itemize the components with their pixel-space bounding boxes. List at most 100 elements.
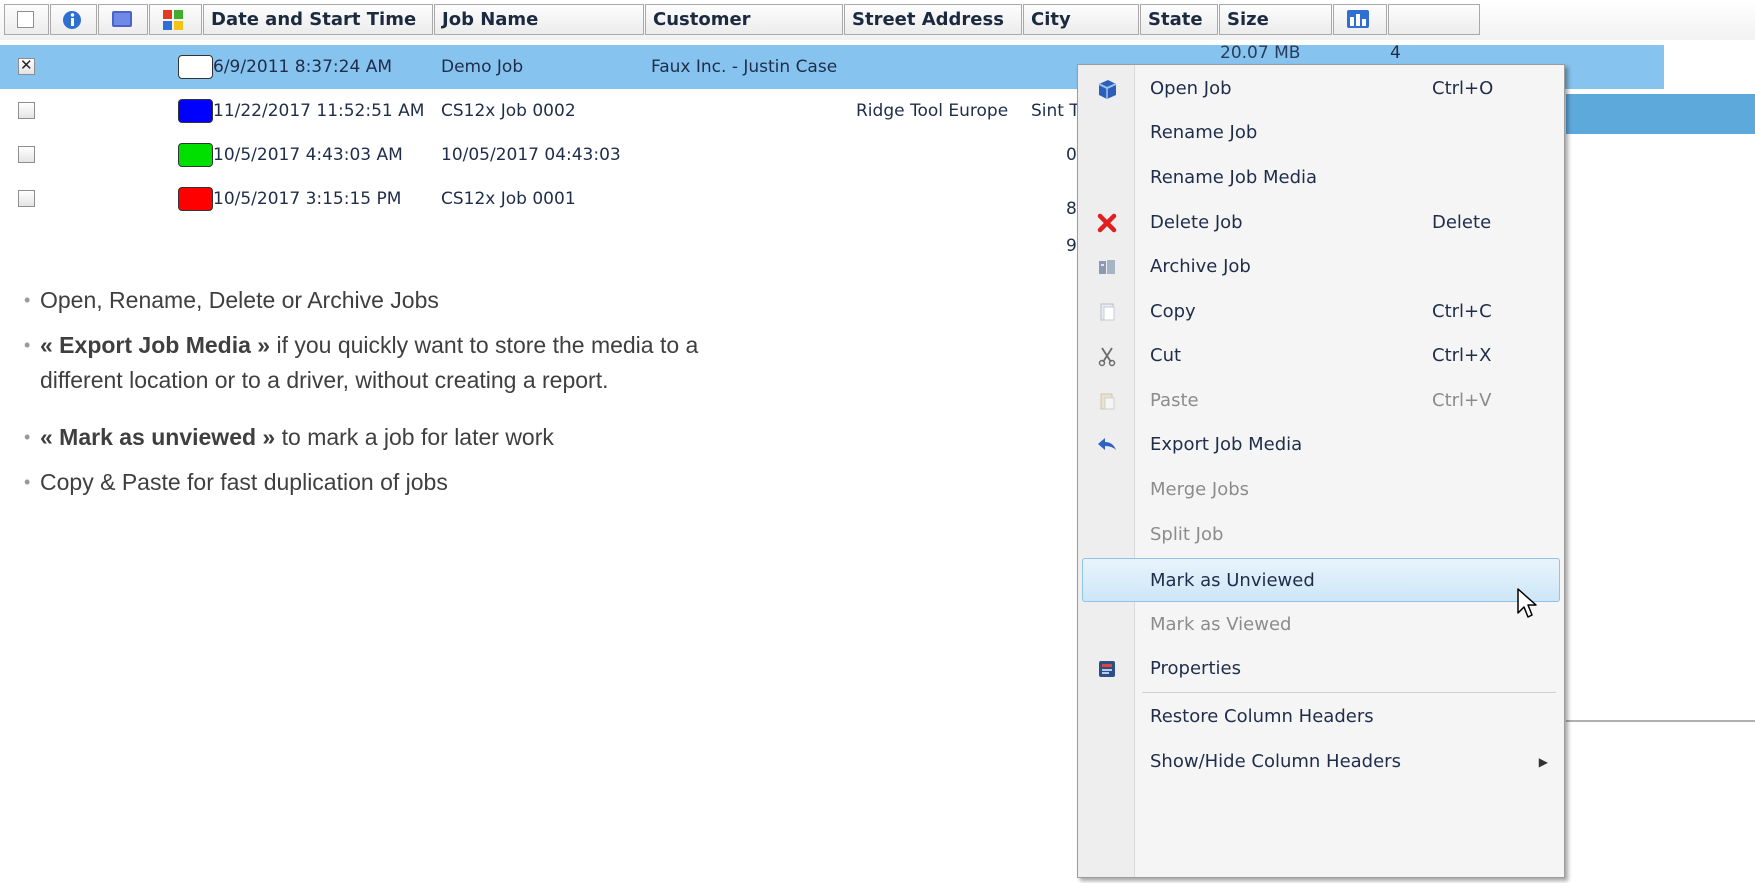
menu-item-label: Archive Job: [1150, 256, 1251, 277]
row-job-name: Demo Job: [441, 57, 524, 77]
column-chooser-icon: [1347, 10, 1369, 28]
menu-item-merge-jobs[interactable]: Merge Jobs: [1082, 468, 1560, 512]
row-color-swatch[interactable]: [178, 143, 213, 167]
menu-item-shortcut: Delete: [1432, 212, 1492, 233]
bullet-bold-text: « Mark as unviewed »: [40, 424, 276, 450]
bullet-item: • « Mark as unviewed » to mark a job for…: [24, 420, 554, 455]
header-media-column[interactable]: [98, 4, 148, 35]
header-column-chooser[interactable]: [1333, 4, 1387, 35]
menu-item-mark-as-viewed[interactable]: Mark as Viewed: [1082, 603, 1560, 647]
header-job-name[interactable]: Job Name: [434, 4, 644, 35]
menu-item-label: Properties: [1150, 658, 1241, 679]
row-customer: Faux Inc. - Justin Case: [651, 57, 838, 77]
row-checkbox[interactable]: [18, 146, 35, 163]
menu-item-archive-job[interactable]: Archive Job: [1082, 245, 1560, 289]
bullet-item: • « Export Job Media » if you quickly wa…: [24, 328, 699, 398]
header-info-column[interactable]: [50, 4, 97, 35]
checkbox-icon: [17, 11, 34, 28]
delete-x-icon: [1097, 213, 1117, 233]
bullet-text: if you quickly want to store the media t…: [270, 332, 699, 358]
menu-item-shortcut: Ctrl+C: [1432, 301, 1492, 322]
menu-item-label: Cut: [1150, 345, 1182, 366]
menu-item-rename-job[interactable]: Rename Job: [1082, 111, 1560, 155]
copy-icon: [1100, 303, 1115, 321]
menu-item-label: Show/Hide Column Headers: [1150, 751, 1401, 772]
row-color-swatch[interactable]: [178, 55, 213, 79]
menu-item-label: Mark as Unviewed: [1150, 570, 1315, 591]
menu-item-label: Restore Column Headers: [1150, 706, 1374, 727]
menu-item-label: Rename Job Media: [1150, 167, 1318, 188]
menu-item-show-hide-column-headers[interactable]: Show/Hide Column Headers ▶: [1082, 740, 1560, 784]
row-date: 11/22/2017 11:52:51 AM: [213, 101, 425, 121]
paste-icon: [1100, 393, 1115, 410]
menu-item-label: Merge Jobs: [1150, 479, 1250, 500]
background-divider: [1566, 720, 1755, 722]
menu-item-paste[interactable]: Paste Ctrl+V: [1082, 379, 1560, 423]
row-city: Sint T: [1031, 101, 1080, 121]
submenu-arrow-icon: ▶: [1538, 755, 1548, 769]
menu-item-mark-as-unviewed[interactable]: Mark as Unviewed: [1082, 558, 1560, 602]
header-street-address[interactable]: Street Address: [844, 4, 1022, 35]
background-selected-row-fragment: [1566, 94, 1755, 134]
menu-item-label: Delete Job: [1150, 212, 1243, 233]
color-tag-icon: [163, 10, 183, 30]
media-icon: [112, 11, 132, 27]
header-checkbox-column[interactable]: [4, 4, 49, 35]
menu-item-shortcut: Ctrl+V: [1432, 390, 1492, 411]
archive-icon: [1099, 260, 1115, 274]
bullet-text-continued: different location or to a driver, witho…: [40, 367, 609, 393]
menu-item-copy[interactable]: Copy Ctrl+C: [1082, 290, 1560, 334]
row-fragment: 8: [1066, 199, 1077, 219]
header-state[interactable]: State: [1140, 4, 1218, 35]
row-checkbox[interactable]: [18, 190, 35, 207]
row-checkbox[interactable]: [18, 56, 35, 75]
row-street-address: Ridge Tool Europe: [856, 101, 1009, 121]
menu-item-shortcut: Ctrl+X: [1432, 345, 1492, 366]
open-job-icon: [1098, 80, 1117, 99]
menu-item-label: Split Job: [1150, 524, 1224, 545]
menu-item-export-job-media[interactable]: Export Job Media: [1082, 423, 1560, 467]
row-checkbox[interactable]: [18, 102, 35, 119]
bullet-dot: •: [24, 472, 31, 492]
bullet-dot: •: [24, 427, 31, 447]
row-fragment: 9: [1066, 236, 1077, 256]
bullet-dot: •: [24, 335, 31, 355]
column-header-bar: Date and Start Time Job Name Customer St…: [0, 0, 1755, 40]
menu-item-open-job[interactable]: Open Job Ctrl+O: [1082, 67, 1560, 111]
menu-item-properties[interactable]: Properties: [1082, 647, 1560, 691]
header-filler-column: [1388, 4, 1480, 35]
bullet-bold-text: « Export Job Media »: [40, 332, 271, 358]
menu-item-label: Export Job Media: [1150, 434, 1303, 455]
bullet-item: • Copy & Paste for fast duplication of j…: [24, 465, 448, 500]
menu-item-label: Rename Job: [1150, 122, 1258, 143]
menu-item-label: Copy: [1150, 301, 1196, 322]
menu-item-restore-column-headers[interactable]: Restore Column Headers: [1082, 695, 1560, 739]
header-customer[interactable]: Customer: [645, 4, 843, 35]
header-date-start-time[interactable]: Date and Start Time: [203, 4, 433, 35]
context-menu: Open Job Ctrl+O Rename Job Rename Job Me…: [1077, 64, 1565, 878]
scissors-icon: [1098, 347, 1116, 367]
row-job-name: CS12x Job 0001: [441, 189, 576, 209]
bullet-dot: •: [24, 290, 31, 310]
row-date: 10/5/2017 3:15:15 PM: [213, 189, 402, 209]
menu-item-split-job[interactable]: Split Job: [1082, 513, 1560, 557]
menu-item-delete-job[interactable]: Delete Job Delete: [1082, 201, 1560, 245]
bullet-text: Open, Rename, Delete or Archive Jobs: [40, 287, 439, 313]
row-date: 10/5/2017 4:43:03 AM: [213, 145, 403, 165]
header-color-tag-column[interactable]: [149, 4, 202, 35]
menu-item-shortcut: Ctrl+O: [1432, 78, 1494, 99]
properties-icon: [1099, 661, 1115, 677]
row-fragment: 0: [1066, 145, 1077, 165]
bullet-text: to mark a job for later work: [275, 424, 554, 450]
info-icon: [63, 11, 81, 29]
header-city[interactable]: City: [1023, 4, 1139, 35]
mouse-pointer-icon: [1517, 588, 1537, 618]
bullet-text: Copy & Paste for fast duplication of job…: [40, 469, 448, 495]
export-arrow-icon: [1098, 438, 1116, 450]
row-color-swatch[interactable]: [178, 187, 213, 211]
row-job-name: 10/05/2017 04:43:03: [441, 145, 621, 165]
menu-item-cut[interactable]: Cut Ctrl+X: [1082, 334, 1560, 378]
menu-item-rename-job-media[interactable]: Rename Job Media: [1082, 156, 1560, 200]
row-color-swatch[interactable]: [178, 99, 213, 123]
menu-separator: [1142, 692, 1556, 693]
